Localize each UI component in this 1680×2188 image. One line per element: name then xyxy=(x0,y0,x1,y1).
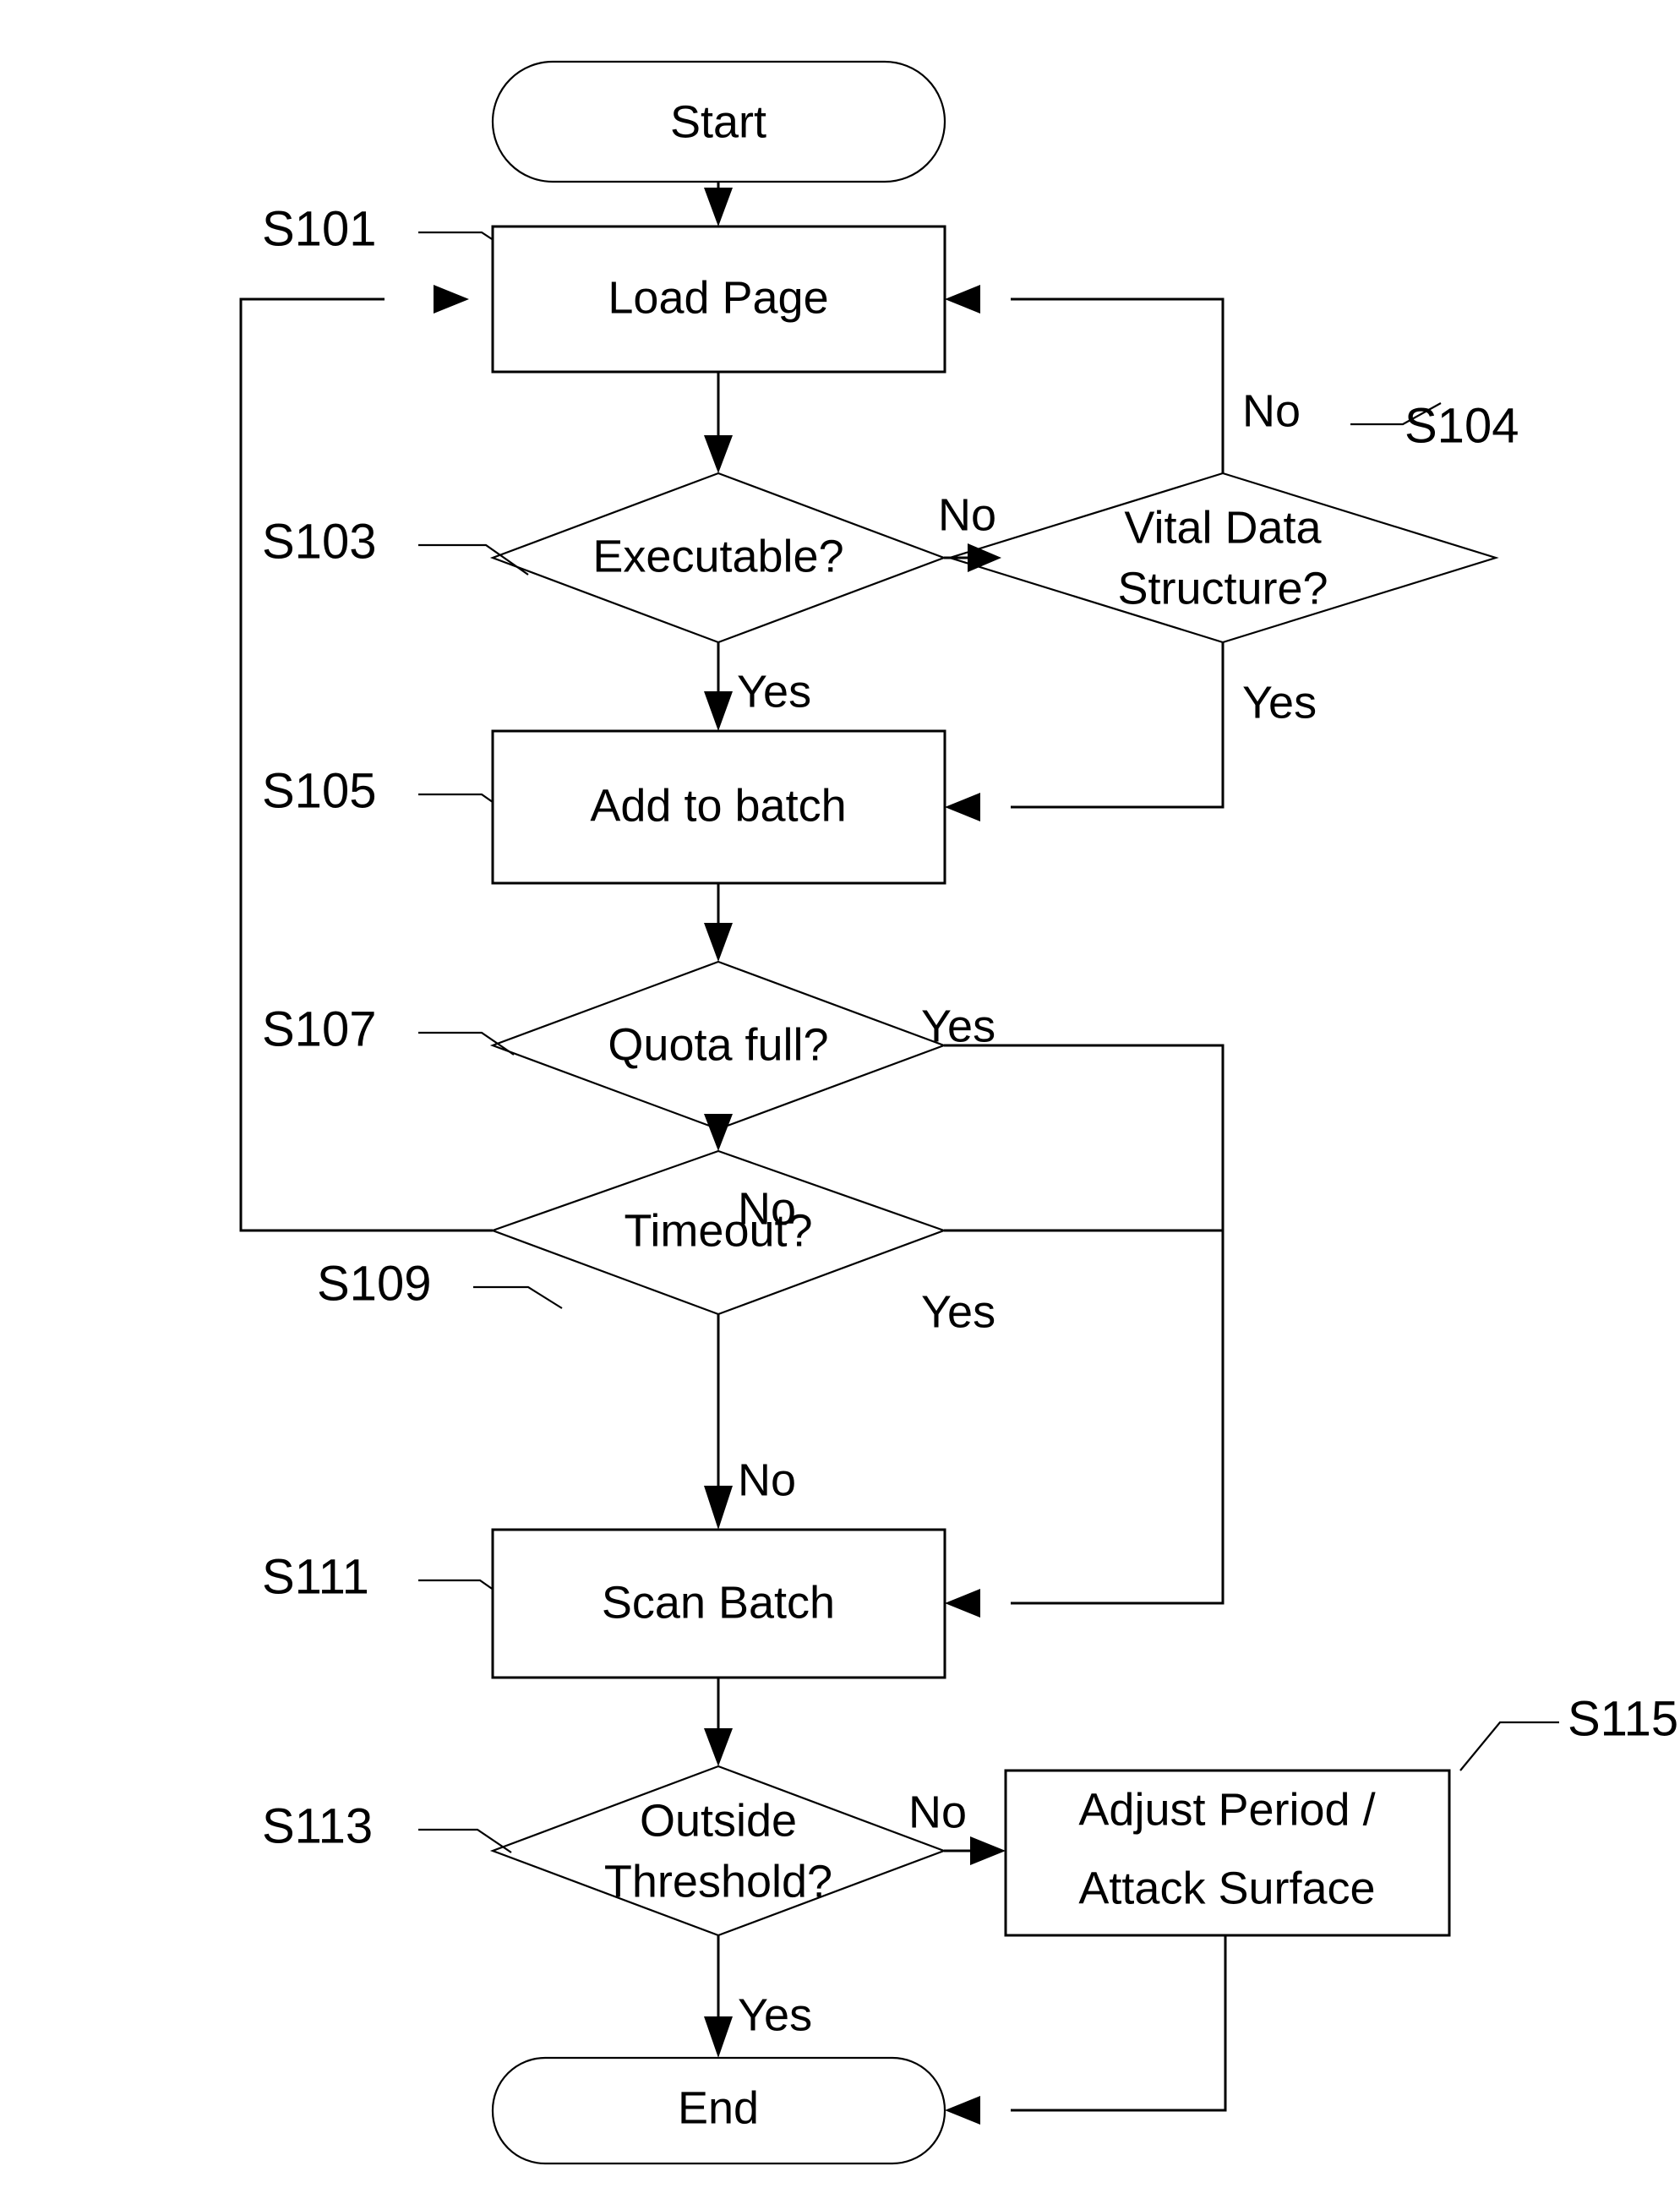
edge-label-s104-no: No xyxy=(1242,385,1301,436)
ref-label-s111: S111 xyxy=(262,1549,369,1604)
edge-s115-to-end xyxy=(945,1935,1227,2125)
node-s105-label: Add to batch xyxy=(590,780,846,831)
edge-s113-no-to-s115 xyxy=(944,1836,1006,1865)
ref-label-s107: S107 xyxy=(262,1001,376,1056)
ref-label-s113: S113 xyxy=(262,1798,373,1853)
node-s103-label: Executable? xyxy=(592,531,843,581)
ref-label-s109: S109 xyxy=(317,1256,431,1311)
node-s111-scan-batch[interactable]: Scan Batch xyxy=(491,1528,946,1679)
edge-s113-yes-to-end xyxy=(704,1935,733,2058)
node-start[interactable]: Start xyxy=(491,60,946,183)
edge-s111-to-s113 xyxy=(704,1678,733,1766)
node-end[interactable]: End xyxy=(491,2056,946,2165)
edge-label-s113-no: No xyxy=(908,1787,967,1837)
leader-s115 xyxy=(1459,1721,1559,1771)
ref-label-s104: S104 xyxy=(1405,398,1519,453)
node-s104-label-line1: Vital Data xyxy=(1124,502,1322,553)
node-s101-label: Load Page xyxy=(608,272,828,323)
leader-s109 xyxy=(473,1285,563,1309)
node-s101-load-page[interactable]: Load Page xyxy=(491,225,946,374)
edge-s109-no-to-s111 xyxy=(704,1314,733,1530)
node-s109-timeout[interactable]: Timeout? xyxy=(489,1149,947,1316)
edge-s107-no-to-s109 xyxy=(704,1114,733,1151)
edge-s109-loopback-to-s101 xyxy=(239,285,493,1232)
edge-s101-to-s103 xyxy=(704,372,733,473)
edge-label-s103-no: No xyxy=(938,489,996,540)
edge-s103-yes-to-s105 xyxy=(704,642,733,731)
ref-label-s115: S115 xyxy=(1568,1691,1678,1746)
node-s107-label: Quota full? xyxy=(608,1019,828,1070)
ref-label-s103: S103 xyxy=(262,514,376,569)
node-s111-label: Scan Batch xyxy=(602,1577,835,1628)
node-s115-adjust-period-attack-surface[interactable]: Adjust Period / Attack Surface xyxy=(1004,1769,1451,1937)
node-start-label: Start xyxy=(670,96,766,147)
node-s115-label-line1: Adjust Period / xyxy=(1078,1784,1375,1835)
node-s105-add-to-batch[interactable]: Add to batch xyxy=(491,729,946,885)
node-end-label: End xyxy=(678,2082,759,2133)
edge-label-s109-no: No xyxy=(738,1454,796,1505)
edge-label-s109-yes: Yes xyxy=(921,1286,995,1337)
edge-label-s107-no: No xyxy=(738,1183,796,1234)
edge-label-s113-yes: Yes xyxy=(738,1989,812,2040)
node-s113-outside-threshold[interactable]: Outside Threshold? xyxy=(489,1765,947,1937)
edge-label-s107-yes: Yes xyxy=(921,1001,995,1051)
flowchart-canvas: Start Load Page Executable? Vital Data S… xyxy=(0,0,1680,2188)
node-s104-vital-data-structure[interactable]: Vital Data Structure? xyxy=(946,472,1499,644)
node-s104-label-line2: Structure? xyxy=(1117,563,1328,614)
node-s113-label-line1: Outside xyxy=(640,1795,797,1846)
edge-label-s104-yes: Yes xyxy=(1242,677,1317,728)
edge-s104-yes-to-s105 xyxy=(945,642,1225,821)
ref-label-s105: S105 xyxy=(262,763,376,818)
node-s115-label-line2: Attack Surface xyxy=(1078,1863,1375,1913)
edge-s105-to-s107 xyxy=(704,883,733,962)
node-s113-label-line2: Threshold? xyxy=(604,1856,832,1907)
edge-start-to-s101 xyxy=(704,182,733,226)
node-s103-executable[interactable]: Executable? xyxy=(489,472,947,644)
edge-label-s103-yes: Yes xyxy=(737,666,811,717)
flowchart-svg: Start Load Page Executable? Vital Data S… xyxy=(239,60,1678,2165)
leader-s103 xyxy=(418,543,529,576)
edge-s104-no-to-s101 xyxy=(945,285,1225,473)
ref-label-s101: S101 xyxy=(262,201,376,256)
node-s107-quota-full[interactable]: Quota full? xyxy=(489,960,947,1131)
